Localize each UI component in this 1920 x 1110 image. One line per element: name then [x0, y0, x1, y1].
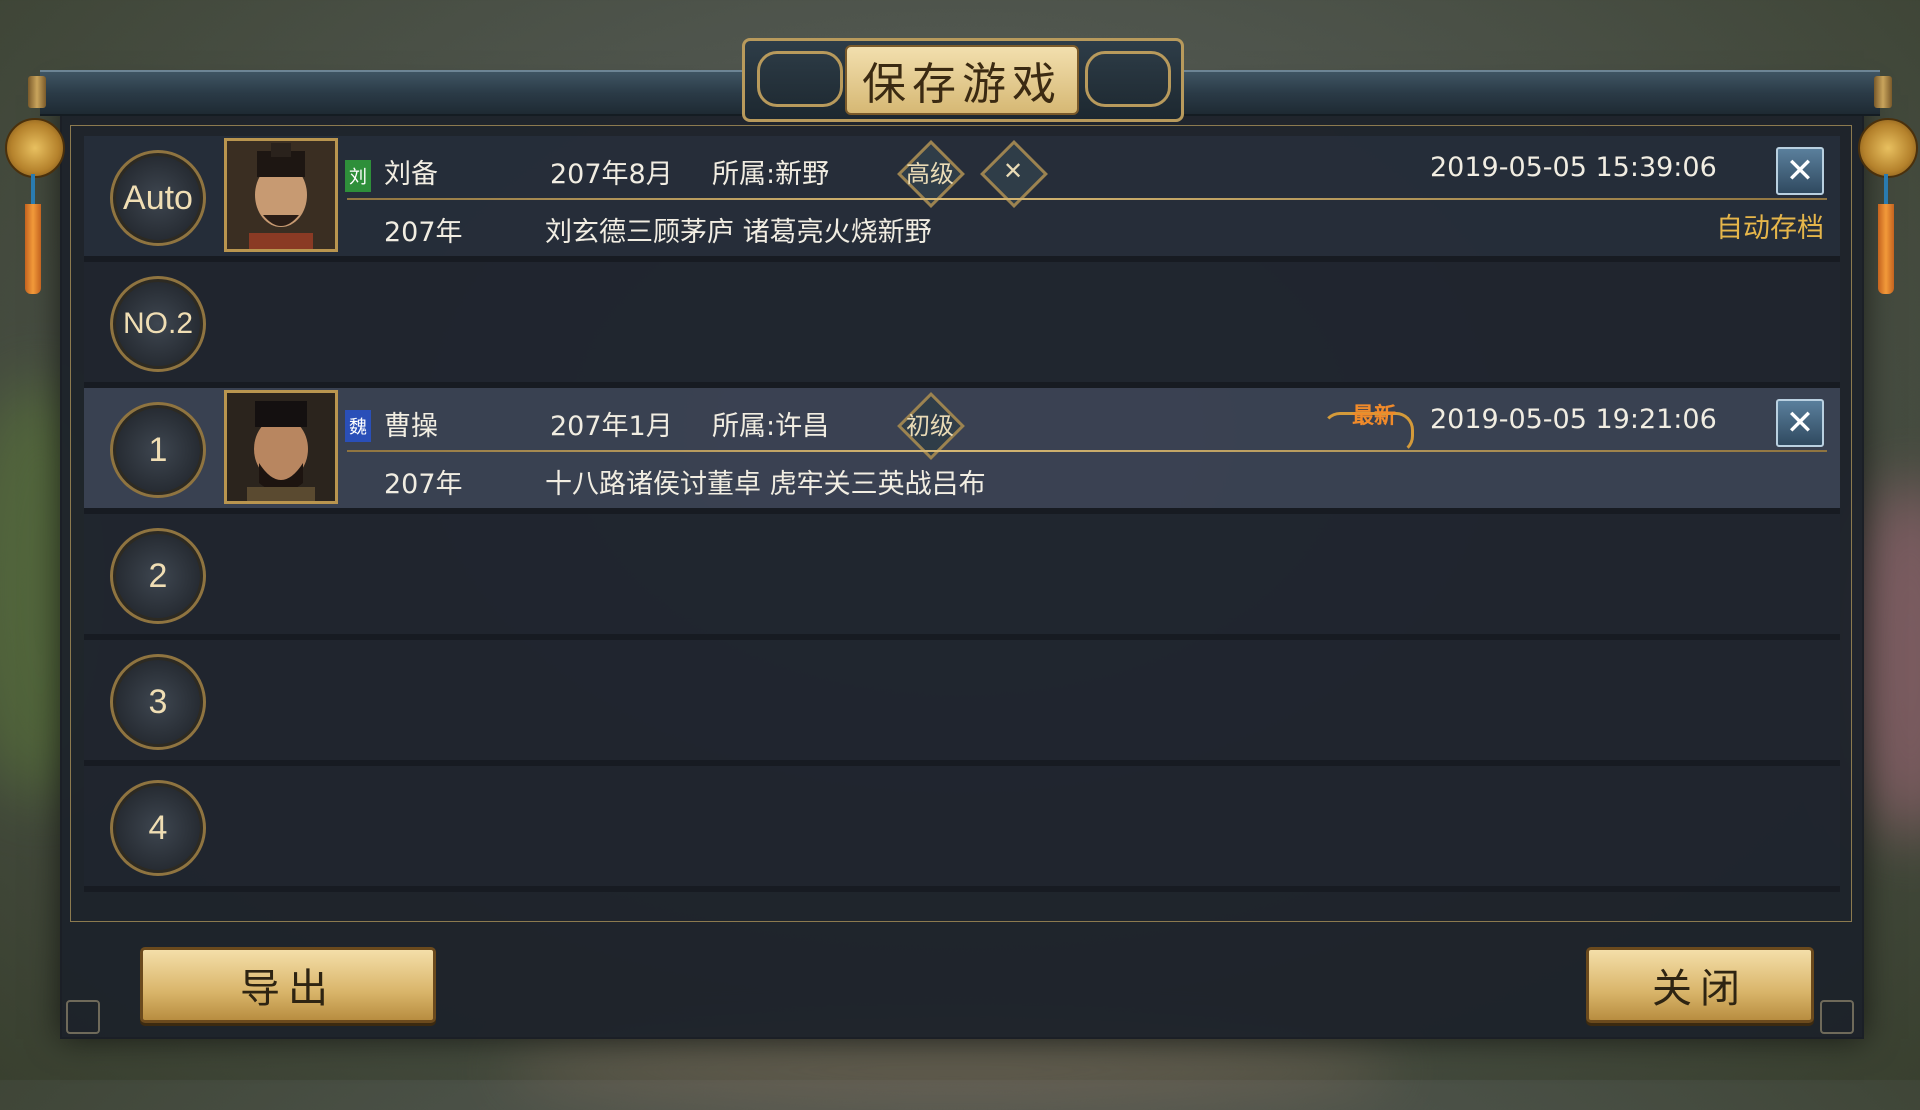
close-icon: ✕ — [1785, 403, 1815, 443]
divider — [347, 198, 1827, 200]
crossed-swords-icon: ✕ — [978, 140, 1048, 208]
save-slot-row[interactable] — [84, 514, 1840, 640]
divider — [347, 450, 1827, 452]
slot-badge: 4 — [110, 780, 206, 876]
scroll-ornament-icon — [757, 51, 843, 107]
slot-name: 曹操 — [384, 411, 438, 442]
tassel-right-icon — [1858, 118, 1918, 294]
difficulty-badge: 初级 — [895, 392, 965, 460]
latest-tag: 最新 — [1352, 404, 1397, 429]
corner-ornament-icon — [66, 1000, 100, 1034]
slot-timestamp: 2019-05-05 19:21:06 — [1430, 404, 1717, 435]
slot-year: 207年 — [384, 469, 463, 500]
slot-location: 所属:许昌 — [712, 411, 830, 442]
save-slot-row[interactable] — [84, 262, 1840, 388]
slot-date: 207年8月 — [550, 159, 673, 190]
slot-scenario: 刘玄德三顾茅庐 诸葛亮火烧新野 — [545, 217, 932, 248]
slot-timestamp: 2019-05-05 15:39:06 — [1430, 152, 1717, 183]
delete-save-button[interactable]: ✕ — [1776, 147, 1824, 195]
save-slot-row[interactable] — [84, 766, 1840, 892]
scroll-cap-right — [1874, 76, 1892, 108]
save-slot-row[interactable] — [84, 640, 1840, 766]
scroll-ornament-icon — [1085, 51, 1171, 107]
delete-save-button[interactable]: ✕ — [1776, 399, 1824, 447]
faction-flag-icon: 刘 — [345, 160, 371, 192]
export-button[interactable]: 导出 — [140, 947, 436, 1023]
close-button[interactable]: 关闭 — [1586, 947, 1814, 1023]
close-icon: ✕ — [1785, 151, 1815, 191]
tassel-left-icon — [5, 118, 65, 294]
faction-flag-icon: 魏 — [345, 410, 371, 442]
slot-scenario: 十八路诸侯讨董卓 虎牢关三英战吕布 — [545, 469, 986, 500]
slot-date: 207年1月 — [550, 411, 673, 442]
corner-ornament-icon — [1820, 1000, 1854, 1034]
slot-badge: 2 — [110, 528, 206, 624]
slot-location: 所属:新野 — [712, 159, 830, 190]
slot-badge: NO.2 — [110, 276, 206, 372]
slot-badge: Auto — [110, 150, 206, 246]
difficulty-badge: 高级 — [895, 140, 965, 208]
auto-save-tag: 自动存档 — [1716, 213, 1824, 244]
title-plaque: 保存游戏 — [742, 38, 1184, 122]
slot-badge: 3 — [110, 654, 206, 750]
portrait-liu-bei — [224, 138, 338, 252]
slot-name: 刘备 — [384, 159, 438, 190]
page-title: 保存游戏 — [845, 45, 1079, 115]
scroll-cap-left — [28, 76, 46, 108]
slot-year: 207年 — [384, 217, 463, 248]
portrait-cao-cao — [224, 390, 338, 504]
slot-badge: 1 — [110, 402, 206, 498]
